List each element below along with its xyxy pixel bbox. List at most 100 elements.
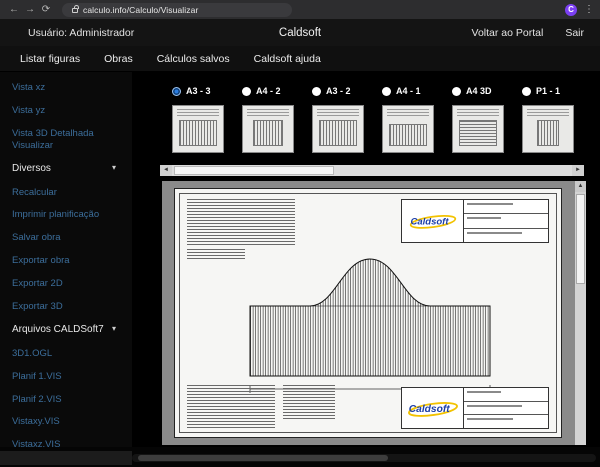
title-block-top: Caldsoft [401,199,549,243]
address-bar[interactable]: calculo.info/Calculo/Visualizar [62,3,292,17]
title-block-row [464,388,548,402]
format-option-a4-2[interactable]: A4 - 2 [242,86,312,96]
thumbnail-sketch [527,109,569,116]
sidebar-item-recalcular[interactable]: Recalcular [12,187,116,199]
thumbnail-p1-1[interactable] [522,105,574,153]
sidebar-section-diversos[interactable]: Diversos ▾ [12,163,116,174]
format-option-a4-3d[interactable]: A4 3D [452,86,522,96]
sidebar-item-vistaxy-vis[interactable]: Vistaxy.VIS [12,416,116,428]
menu-listar-figuras[interactable]: Listar figuras [20,53,80,65]
logout-link[interactable]: Sair [565,27,584,39]
sidebar-item-vista-yz[interactable]: Vista yz [12,105,116,117]
format-label: A3 - 2 [326,86,351,96]
radio-selected-icon[interactable] [172,87,181,96]
caldsoft-logo: Caldsoft [402,388,464,428]
logo-text: Caldsoft [410,216,449,227]
sidebar-section-label: Arquivos CALDSoft7 [12,324,104,335]
format-option-a3-3[interactable]: A3 - 3 [172,86,242,96]
page-horizontal-scrollbar[interactable] [132,454,596,462]
scroll-left-icon[interactable]: ◄ [160,165,172,176]
sidebar-item-vista-xz[interactable]: Vista xz [12,82,116,94]
title-block-row [464,402,548,416]
notes-text-block [283,385,335,419]
scroll-up-icon[interactable]: ▲ [575,181,586,192]
sidebar-section-label: Diversos [12,163,51,174]
drawing-preview: Caldsoft [162,181,586,445]
thumbnail-a4-2[interactable] [242,105,294,153]
scroll-right-icon[interactable]: ► [572,165,584,176]
thumbnail-sketch [537,120,559,146]
horizontal-scrollbar-thumb[interactable] [174,166,334,175]
radio-icon[interactable] [242,87,251,96]
preview-vertical-scrollbar[interactable]: ▲ [575,181,586,445]
sidebar-item-exportar-3d[interactable]: Exportar 3D [12,301,116,313]
planification-drawing [245,251,495,397]
drawing-sheet: Caldsoft [174,188,562,438]
format-label: P1 - 1 [536,86,560,96]
format-option-p1-1[interactable]: P1 - 1 [522,86,592,96]
browser-chrome: ← → ⟳ calculo.info/Calculo/Visualizar C … [0,0,600,19]
sidebar-item-vistaxz-vis[interactable]: Vistaxz.VIS [12,439,116,447]
notes-text-block [187,385,275,429]
caldsoft-logo: Caldsoft [402,200,464,242]
parameters-text-block [187,249,245,261]
browser-window: ← → ⟳ calculo.info/Calculo/Visualizar C … [0,0,600,467]
menu-calculos-salvos[interactable]: Cálculos salvos [157,53,230,65]
format-option-a4-1[interactable]: A4 - 1 [382,86,452,96]
radio-icon[interactable] [382,87,391,96]
sidebar-item-salvar-obra[interactable]: Salvar obra [12,232,116,244]
thumbnail-a3-2[interactable] [312,105,364,153]
title-block-row [464,214,548,228]
back-icon[interactable]: ← [6,4,22,15]
browser-menu-icon[interactable]: ⋮ [584,4,594,15]
page-scrollbar-thumb[interactable] [138,455,388,461]
title-block-row [464,229,548,242]
format-label: A4 3D [466,86,492,96]
format-selector: A3 - 3 A4 - 2 A3 - 2 A4 - 1 A4 3D P1 - 1 [172,86,592,96]
thumbnail-strip [172,105,592,153]
radio-icon[interactable] [452,87,461,96]
format-label: A4 - 2 [256,86,281,96]
sidebar-item-imprimir-planificacao[interactable]: Imprimir planificação [12,209,116,221]
thumbnail-sketch [457,109,499,116]
portal-link[interactable]: Voltar ao Portal [472,27,544,39]
sidebar-item-3d1-ogl[interactable]: 3D1.OGL [12,348,116,360]
bottom-bar [0,447,600,467]
app-header: Usuário: Administrador Caldsoft Voltar a… [0,19,600,46]
thumbnail-sketch [387,109,429,116]
thumbnail-sketch [179,120,217,146]
horizontal-scrollbar[interactable]: ◄ ► [160,165,584,176]
preview-scrollbar-thumb[interactable] [576,194,585,284]
sidebar-item-exportar-obra[interactable]: Exportar obra [12,255,116,267]
forward-icon[interactable]: → [22,4,38,15]
thumbnail-a4-3d[interactable] [452,105,504,153]
thumbnail-a4-1[interactable] [382,105,434,153]
title-block-row [464,200,548,214]
profile-avatar[interactable]: C [565,4,577,16]
thumbnail-sketch [319,120,357,146]
sidebar: Vista xz Vista yz Vista 3D Detalhada Vis… [0,72,132,447]
parameters-text-block [187,199,295,245]
sidebar-item-exportar-2d[interactable]: Exportar 2D [12,278,116,290]
format-label: A3 - 3 [186,86,211,96]
sidebar-item-planif1-vis[interactable]: Planif 1.VIS [12,371,116,383]
thumbnail-sketch [247,109,289,116]
sidebar-item-planif2-vis[interactable]: Planif 2.VIS [12,394,116,406]
radio-icon[interactable] [522,87,531,96]
title-block-row [464,415,548,428]
title-block-bottom: Caldsoft [401,387,549,429]
reload-icon[interactable]: ⟳ [38,4,54,15]
format-option-a3-2[interactable]: A3 - 2 [312,86,382,96]
thumbnail-sketch [389,124,427,146]
radio-icon[interactable] [312,87,321,96]
menu-bar: Listar figuras Obras Cálculos salvos Cal… [0,46,600,72]
menu-caldsoft-ajuda[interactable]: Caldsoft ajuda [254,53,321,65]
sidebar-section-arquivos[interactable]: Arquivos CALDSoft7 ▾ [12,324,116,335]
format-label: A4 - 1 [396,86,421,96]
thumbnail-a3-3[interactable] [172,105,224,153]
lock-icon [72,8,78,13]
url-text: calculo.info/Calculo/Visualizar [83,5,198,15]
thumbnail-sketch [317,109,359,116]
menu-obras[interactable]: Obras [104,53,133,65]
sidebar-item-vista-3d[interactable]: Vista 3D Detalhada Visualizar [12,128,116,152]
